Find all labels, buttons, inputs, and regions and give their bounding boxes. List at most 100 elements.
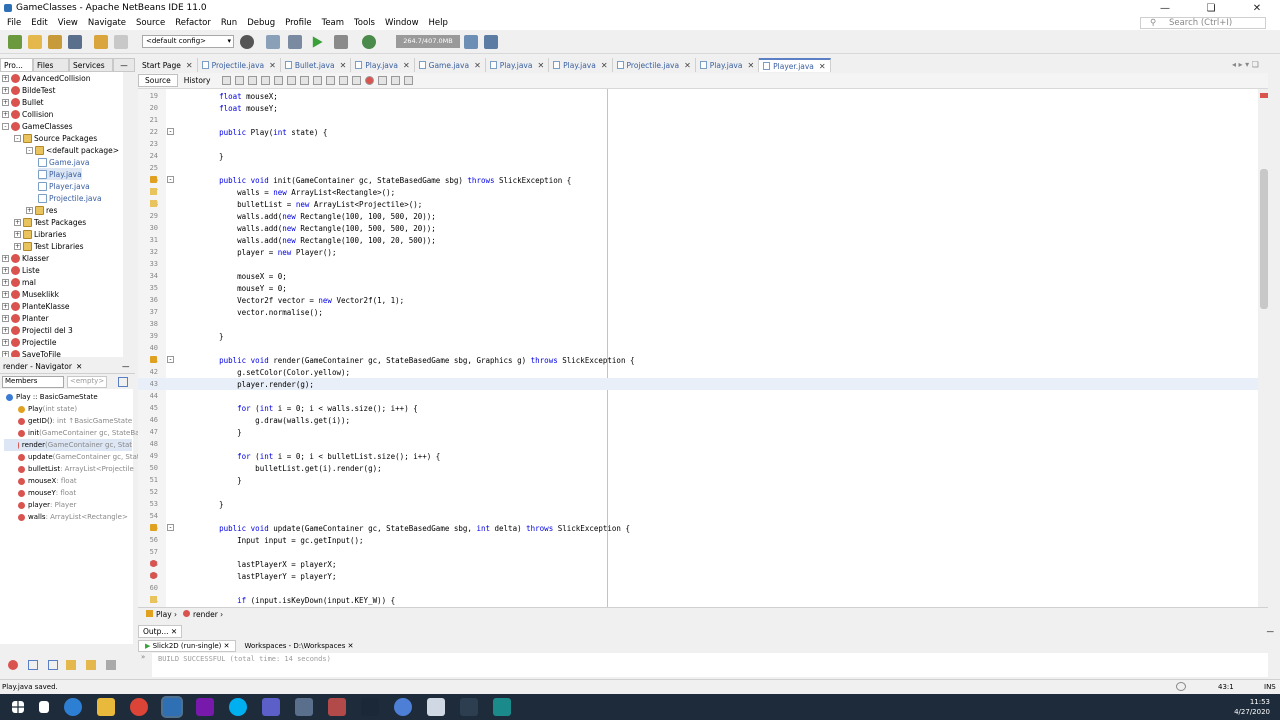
breadcrumb-method[interactable]: render › xyxy=(183,610,223,619)
close-tab-icon[interactable]: ✕ xyxy=(684,61,691,70)
save-all-icon[interactable] xyxy=(68,35,82,49)
tree-item[interactable]: Play.java xyxy=(38,168,82,180)
toggle-bookmark-icon[interactable] xyxy=(300,76,310,85)
tree-item[interactable]: + Libraries xyxy=(14,228,66,240)
redo-icon[interactable] xyxy=(114,35,128,49)
filter-fields-icon[interactable] xyxy=(8,660,18,670)
onenote-icon[interactable] xyxy=(196,698,214,716)
toggle-highlight-icon[interactable] xyxy=(287,76,297,85)
navigator-item[interactable]: mouseX : float xyxy=(4,475,77,487)
close-tab-icon[interactable]: ✕ xyxy=(403,61,410,70)
close-tab-icon[interactable]: ✕ xyxy=(340,61,347,70)
profile-icon[interactable] xyxy=(362,35,376,49)
menu-run[interactable]: Run xyxy=(216,18,242,28)
tree-item[interactable]: + Test Libraries xyxy=(14,240,84,252)
close-navigator-icon[interactable]: ✕ xyxy=(76,362,82,371)
profiler-icon[interactable] xyxy=(484,35,498,49)
navigator-item[interactable]: player : Player xyxy=(4,499,76,511)
tree-item[interactable]: + mal xyxy=(2,276,36,288)
tree-item[interactable]: + res xyxy=(26,204,57,216)
tab-scroll-icons[interactable]: ◂ ▸ ▾ ❏ xyxy=(1232,60,1259,69)
menu-edit[interactable]: Edit xyxy=(26,18,52,28)
warning-glyph-icon[interactable] xyxy=(150,188,157,195)
tab-play-java[interactable]: Play.java ✕ xyxy=(695,58,760,72)
macro-record-icon[interactable] xyxy=(365,76,375,85)
menu-debug[interactable]: Debug xyxy=(242,18,280,28)
override-glyph-icon[interactable] xyxy=(150,524,157,531)
fold-toggle-icon[interactable]: - xyxy=(167,524,174,531)
memory-indicator[interactable]: 264.7/407.0MB xyxy=(396,35,460,48)
expand-icon[interactable]: + xyxy=(2,86,9,94)
tree-item[interactable]: + Projectil del 3 xyxy=(2,324,73,336)
error-stripe-icon[interactable] xyxy=(1260,93,1268,98)
fold-toggle-icon[interactable]: - xyxy=(167,356,174,363)
navigator-item[interactable]: update (GameContainer gc, Stat xyxy=(4,451,140,463)
empty-select[interactable]: <empty> xyxy=(67,376,107,388)
fold-toggle-icon[interactable]: - xyxy=(167,176,174,183)
close-tab-icon[interactable]: ✕ xyxy=(474,61,481,70)
menu-view[interactable]: View xyxy=(53,18,83,28)
tab-player-java[interactable]: Player.java ✕ xyxy=(759,58,831,72)
macro-stop-icon[interactable] xyxy=(378,76,388,85)
filter-nonpublic-icon[interactable] xyxy=(48,660,58,670)
expand-icon[interactable]: + xyxy=(2,74,9,82)
expand-icon[interactable]: + xyxy=(2,326,9,334)
expand-icon[interactable]: + xyxy=(14,218,21,226)
sort-alpha-icon[interactable] xyxy=(106,660,116,670)
tab-run-output[interactable]: ▶ Slick2D (run-single) ✕ xyxy=(138,640,237,652)
expand-icon[interactable]: + xyxy=(2,278,9,286)
navigator-item[interactable]: init (GameContainer gc, StateBa xyxy=(4,427,139,439)
tree-item[interactable]: - GameClasses xyxy=(2,120,73,132)
new-project-icon[interactable] xyxy=(8,35,22,49)
back-icon[interactable] xyxy=(222,76,232,85)
chrome-icon[interactable] xyxy=(130,698,148,716)
tab-projects[interactable]: Pro... xyxy=(0,58,33,72)
tab-projectile-java[interactable]: Projectile.java ✕ xyxy=(197,58,281,72)
menu-team[interactable]: Team xyxy=(317,18,349,28)
minimize-panel-button[interactable]: — xyxy=(113,58,135,72)
tree-scrollbar[interactable] xyxy=(123,72,133,357)
gc-icon[interactable] xyxy=(464,35,478,49)
shift-right-icon[interactable] xyxy=(352,76,362,85)
tree-item[interactable]: + PlanteKlasse xyxy=(2,300,70,312)
close-tab-icon[interactable]: ✕ xyxy=(186,61,193,70)
warning-glyph-icon[interactable] xyxy=(150,200,157,207)
menu-window[interactable]: Window xyxy=(380,18,424,28)
expand-icon[interactable]: + xyxy=(2,350,9,357)
navigator-item[interactable]: getID() : int ↑BasicGameState xyxy=(4,415,132,427)
tab-output[interactable]: Outp... ✕ xyxy=(138,624,183,638)
steam-icon[interactable] xyxy=(361,698,379,716)
menu-help[interactable]: Help xyxy=(424,18,453,28)
tab-play-java[interactable]: Play.java ✕ xyxy=(549,58,613,72)
tree-item[interactable]: + AdvancedCollision xyxy=(2,72,90,84)
clean-build-icon[interactable] xyxy=(288,35,302,49)
navigator-item[interactable]: render (GameContainer gc, Stat xyxy=(4,439,132,451)
tree-item[interactable]: Projectile.java xyxy=(38,192,102,204)
filter-inherited-icon[interactable] xyxy=(66,660,76,670)
target-icon[interactable] xyxy=(240,35,254,49)
undo-icon[interactable] xyxy=(94,35,108,49)
tab-source[interactable]: Source xyxy=(138,74,178,87)
file-explorer-icon[interactable] xyxy=(97,698,115,716)
menu-tools[interactable]: Tools xyxy=(349,18,380,28)
tree-item[interactable]: + Planter xyxy=(2,312,49,324)
navigator-item[interactable]: bulletList : ArrayList<Projectile xyxy=(4,463,134,475)
uncomment-icon[interactable] xyxy=(404,76,414,85)
fold-toggle-icon[interactable]: - xyxy=(167,128,174,135)
collapse-icon[interactable]: - xyxy=(14,134,21,142)
tab-play-java[interactable]: Play.java ✕ xyxy=(485,58,550,72)
screen-app-icon[interactable] xyxy=(493,698,511,716)
maximize-button[interactable]: ❏ xyxy=(1188,0,1234,16)
search-input[interactable]: ⚲ Search (Ctrl+I) xyxy=(1140,17,1266,29)
tab-history[interactable]: History xyxy=(178,75,217,86)
navigator-options-icon[interactable] xyxy=(118,377,128,387)
expand-icon[interactable]: + xyxy=(2,254,9,262)
tree-item[interactable]: + Projectile xyxy=(2,336,56,348)
minimize-output-icon[interactable]: — xyxy=(1267,627,1275,636)
minimize-navigator-icon[interactable]: — xyxy=(122,362,130,371)
navigator-item[interactable]: mouseY : float xyxy=(4,487,76,499)
tab-projectile-java[interactable]: Projectile.java ✕ xyxy=(612,58,696,72)
prev-bookmark-icon[interactable] xyxy=(313,76,323,85)
close-tab-icon[interactable]: ✕ xyxy=(269,61,276,70)
expand-icon[interactable]: + xyxy=(2,314,9,322)
